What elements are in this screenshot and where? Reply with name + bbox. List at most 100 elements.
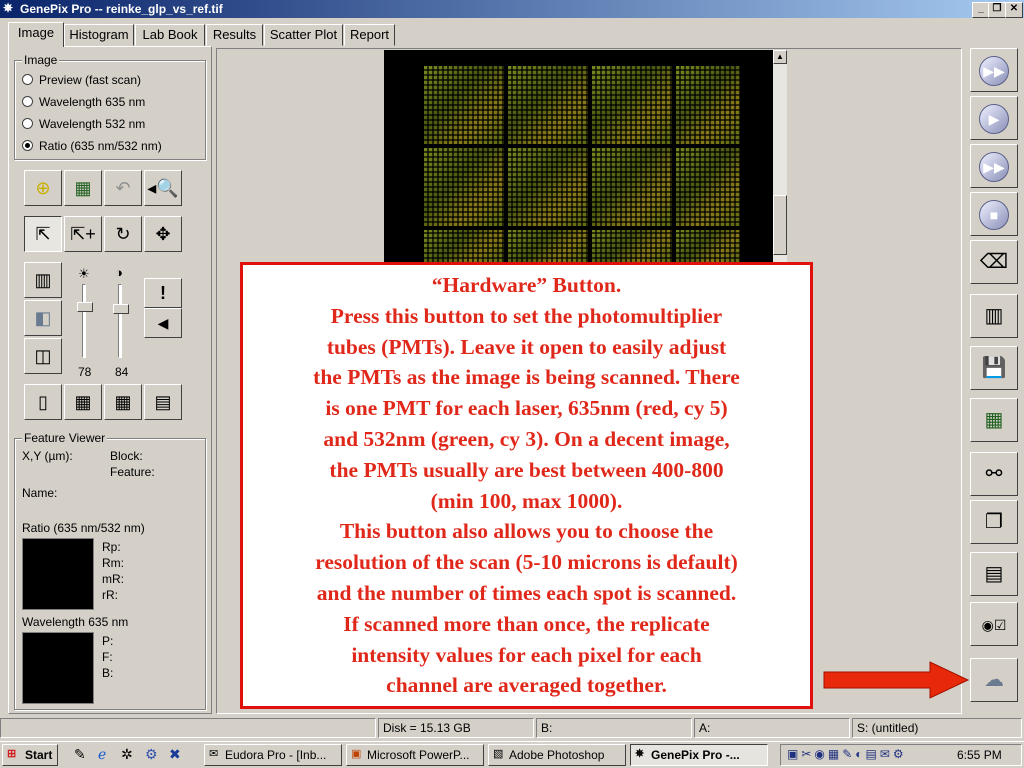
binoculars-icon: ⚯ — [985, 463, 1003, 485]
radio-635-label: Wavelength 635 nm — [39, 95, 146, 109]
tab-report[interactable]: Report — [344, 24, 395, 46]
image-group-label: Image — [22, 53, 60, 67]
scroll-up-icon[interactable]: ▲ — [773, 50, 787, 64]
stop-button[interactable]: ■ — [970, 192, 1018, 236]
rotate-pointer-button[interactable]: ↻ — [104, 216, 142, 252]
view-single-button[interactable]: ▯ — [24, 384, 62, 420]
title-bar[interactable]: ✵ GenePix Pro -- reinke_glp_vs_ref.tif _… — [0, 0, 1024, 18]
array-block — [508, 230, 588, 262]
array-block — [424, 66, 504, 144]
radio-wavelength-635[interactable]: Wavelength 635 nm — [22, 93, 145, 111]
array-block — [676, 148, 740, 226]
find-array-button[interactable]: ⊕ — [24, 170, 62, 206]
start-button[interactable]: ⊞ Start — [2, 744, 58, 766]
previous-button[interactable]: ◀ — [144, 308, 182, 338]
undo-button[interactable]: ↶ — [104, 170, 142, 206]
task-powerpoint[interactable]: ▣ Microsoft PowerP... — [346, 744, 484, 766]
options-button[interactable]: ◉☑ — [970, 602, 1018, 646]
radio-635-indicator[interactable] — [22, 96, 33, 107]
array-layout-icon: ▥ — [34, 270, 52, 290]
radio-wavelength-532[interactable]: Wavelength 532 nm — [22, 115, 145, 133]
print-button[interactable]: ▤ — [970, 552, 1018, 596]
contrast-slider-track[interactable] — [118, 284, 122, 358]
eraser-button[interactable]: ⌫ — [970, 240, 1018, 284]
quicklaunch-ie-icon[interactable]: ℯ — [98, 746, 106, 763]
tab-lab-book[interactable]: Lab Book — [135, 24, 205, 46]
status-cell-empty — [0, 718, 376, 738]
fast-forward-icon: ▶▶ — [979, 55, 1009, 86]
zoom-button[interactable]: ◂🔍 — [144, 170, 182, 206]
tab-scatter-plot[interactable]: Scatter Plot — [264, 24, 343, 46]
radio-preview[interactable]: Preview (fast scan) — [22, 71, 141, 89]
palette-icon: ◫ — [34, 346, 52, 366]
array-block — [676, 230, 740, 262]
find-button[interactable]: ⚯ — [970, 452, 1018, 496]
close-button[interactable]: ✕ — [1005, 2, 1023, 18]
microarray-scan-image[interactable] — [384, 50, 773, 262]
image-vertical-scrollbar[interactable]: ▲ — [773, 50, 787, 262]
zoom-icon: ◂🔍 — [147, 178, 179, 198]
task-genepix[interactable]: ✵ GenePix Pro -... — [630, 744, 768, 766]
task-powerpoint-label: Microsoft PowerP... — [367, 748, 470, 762]
brightness-slider-thumb[interactable] — [77, 301, 93, 312]
brightness-slider-track[interactable] — [82, 284, 86, 358]
windows-logo-icon: ⊞ — [7, 748, 17, 760]
stop-icon: ■ — [979, 199, 1009, 230]
open-image-button[interactable]: ▥ — [970, 294, 1018, 338]
multi-play-icon: ▶▶ — [979, 151, 1009, 182]
rp-label: Rp: — [102, 540, 121, 554]
restore-button[interactable]: ❐ — [988, 2, 1006, 18]
callout-line: “Hardware” Button. — [431, 273, 622, 297]
data-scan-button[interactable]: ▶▶ — [970, 144, 1018, 188]
radio-ratio[interactable]: Ratio (635 nm/532 nm) — [22, 137, 162, 155]
callout-line: resolution of the scan (5-10 microns is … — [315, 550, 738, 575]
xy-label: X,Y (µm): — [22, 449, 73, 463]
move-button[interactable]: ✥ — [144, 216, 182, 252]
exclamation-icon: ! — [160, 283, 166, 303]
quicklaunch-pencil-icon[interactable]: ✎ — [74, 746, 86, 763]
fast-forward-scan-button[interactable]: ▶▶ — [970, 48, 1018, 92]
frame-icon: ▯ — [38, 392, 48, 412]
tab-results[interactable]: Results — [206, 24, 263, 46]
grid-icon: ▦ — [74, 178, 92, 198]
color-palette-button[interactable]: ◫ — [24, 338, 62, 374]
brightness-icon: ☀ — [78, 266, 90, 281]
grid-view-button[interactable]: ▦ — [64, 170, 102, 206]
radio-preview-indicator[interactable] — [22, 74, 33, 85]
callout-line: If scanned more than once, the replicate — [343, 611, 710, 636]
feature-label: Feature: — [110, 465, 155, 479]
start-label: Start — [25, 748, 53, 762]
quicklaunch-sparkle-icon[interactable]: ✲ — [121, 746, 133, 763]
settings-file-button[interactable]: ▦ — [970, 398, 1018, 442]
tab-histogram[interactable]: Histogram — [64, 24, 134, 46]
tab-image[interactable]: Image — [8, 22, 64, 47]
task-eudora[interactable]: ✉ Eudora Pro - [Inb... — [204, 744, 342, 766]
alert-button[interactable]: ! — [144, 278, 182, 308]
save-open-button[interactable]: 💾 — [970, 346, 1018, 390]
contrast-slider-thumb[interactable] — [113, 304, 129, 315]
hardware-button[interactable]: ☁ — [970, 658, 1018, 702]
block-options-button[interactable]: ◧ — [24, 300, 62, 336]
select-pointer-button[interactable]: ⇱ — [24, 216, 62, 252]
view-grid-button[interactable]: ▦ — [64, 384, 102, 420]
array-layout-button[interactable]: ▥ — [24, 262, 62, 298]
radio-532-indicator[interactable] — [22, 118, 33, 129]
callout-line: (min 100, max 1000). — [430, 488, 623, 513]
document-stack-icon: ▥ — [984, 305, 1004, 327]
b-label: B: — [102, 666, 114, 680]
spot-find-button[interactable]: ▦ — [104, 384, 142, 420]
copy-button[interactable]: ❐ — [970, 500, 1018, 544]
quicklaunch-arrow-icon[interactable]: ✖ — [169, 746, 181, 763]
checkbox-options-icon: ◉☑ — [981, 617, 1007, 633]
quicklaunch-network-icon[interactable]: ⚙ — [145, 746, 158, 763]
add-feature-button[interactable]: ⇱+ — [64, 216, 102, 252]
tray-icons[interactable]: ▣✂◉▦✎◐▤✉⚙ — [787, 747, 907, 761]
grid-edit-button[interactable]: ▤ — [144, 384, 182, 420]
scan-button[interactable]: ▶ — [970, 96, 1018, 140]
scrollbar-thumb[interactable] — [773, 195, 787, 255]
radio-ratio-indicator[interactable] — [22, 140, 33, 151]
genepix-app-icon: ✵ — [3, 1, 14, 15]
status-b: B: — [536, 718, 692, 738]
task-photoshop[interactable]: ▧ Adobe Photoshop — [488, 744, 626, 766]
ratio-preview-box — [22, 538, 94, 610]
